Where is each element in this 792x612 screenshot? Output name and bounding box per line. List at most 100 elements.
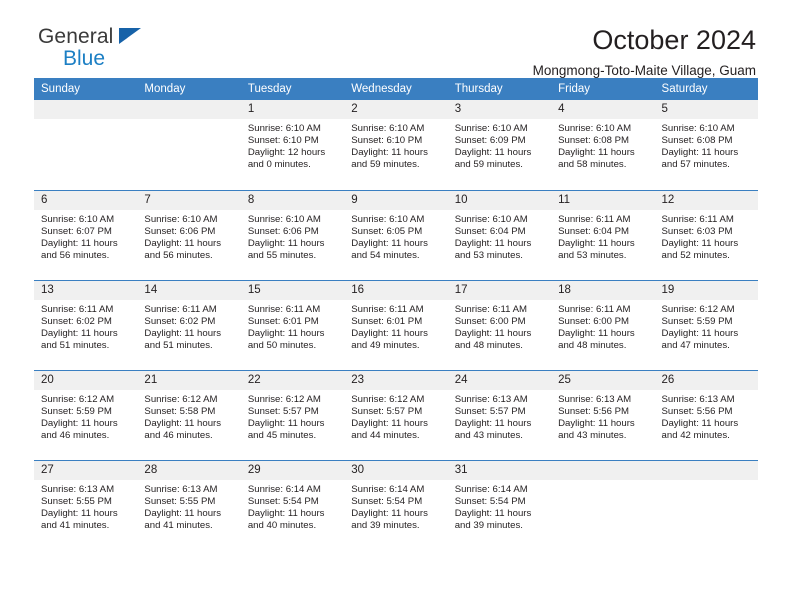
generalblue-logo[interactable]: General Blue (34, 26, 168, 76)
day-cell[interactable]: 14 Sunrise: 6:11 AM Sunset: 6:02 PM Dayligh… (137, 279, 241, 370)
day-number: 29 (240, 460, 345, 480)
day-cell[interactable]: 26 Sunrise: 6:13 AM Sunset: 5:56 PM Dayligh… (654, 369, 758, 460)
day-cell[interactable]: 31 Sunrise: 6:14 AM Sunset: 5:54 PM Dayligh… (447, 459, 552, 550)
sunset-text: Sunset: 6:10 PM (247, 135, 319, 147)
day-number: 1 (240, 100, 345, 119)
sunrise-text: Sunrise: 6:10 AM (351, 213, 425, 225)
day-cell[interactable]: 15 Sunrise: 6:11 AM Sunset: 6:01 PM Dayligh… (240, 279, 345, 370)
daylight-text-line1: Daylight: 11 hours (661, 147, 739, 159)
day-cell[interactable]: 5 Sunrise: 6:10 AM Sunset: 6:08 PM Daylight… (654, 100, 758, 190)
daylight-text-line1: Daylight: 11 hours (247, 327, 325, 339)
daylight-text-line1: Daylight: 11 hours (454, 237, 532, 249)
day-cell[interactable]: 9 Sunrise: 6:10 AM Sunset: 6:05 PM Daylight… (344, 189, 448, 280)
day-number: 21 (137, 370, 241, 390)
day-cell[interactable]: 30 Sunrise: 6:14 AM Sunset: 5:54 PM Dayligh… (344, 459, 448, 550)
daylight-text-line2: and 59 minutes. (454, 159, 523, 171)
day-cell[interactable]: 3 Sunrise: 6:10 AM Sunset: 6:09 PM Daylight… (447, 100, 552, 190)
sunset-text: Sunset: 5:56 PM (558, 405, 630, 417)
day-cell[interactable]: 25 Sunrise: 6:13 AM Sunset: 5:56 PM Dayligh… (551, 369, 655, 460)
sunset-text: Sunset: 6:08 PM (558, 135, 630, 147)
day-number (137, 100, 241, 119)
daylight-text-line1: Daylight: 11 hours (41, 327, 118, 339)
day-cell[interactable]: 13 Sunrise: 6:11 AM Sunset: 6:02 PM Dayligh… (34, 279, 138, 370)
sunset-text: Sunset: 6:03 PM (661, 225, 733, 237)
day-number: 18 (551, 280, 655, 300)
day-cell[interactable]: 6 Sunrise: 6:10 AM Sunset: 6:07 PM Daylight… (34, 189, 138, 280)
day-cell[interactable]: 7 Sunrise: 6:10 AM Sunset: 6:06 PM Daylight… (137, 189, 241, 280)
daylight-text-line1: Daylight: 11 hours (661, 237, 739, 249)
day-cell[interactable]: 21 Sunrise: 6:12 AM Sunset: 5:58 PM Dayligh… (137, 369, 241, 460)
day-cell[interactable]: 12 Sunrise: 6:11 AM Sunset: 6:03 PM Dayligh… (654, 189, 758, 280)
sunrise-text: Sunrise: 6:10 AM (454, 213, 528, 225)
day-cell[interactable]: 8 Sunrise: 6:10 AM Sunset: 6:06 PM Daylight… (240, 189, 345, 280)
sunset-text: Sunset: 5:57 PM (454, 405, 526, 417)
daylight-text-line2: and 39 minutes. (454, 519, 523, 531)
day-cell[interactable]: 4 Sunrise: 6:10 AM Sunset: 6:08 PM Daylight… (551, 100, 655, 190)
day-details: Sunrise: 6:10 AM Sunset: 6:10 PM Daylight:… (344, 119, 447, 171)
day-number (34, 100, 138, 119)
calendar-week-row: 1 Sunrise: 6:10 AM Sunset: 6:10 PM Daylight… (34, 100, 758, 190)
sunrise-text: Sunrise: 6:14 AM (351, 483, 425, 495)
sunset-text: Sunset: 5:55 PM (144, 495, 216, 507)
day-details: Sunrise: 6:10 AM Sunset: 6:05 PM Daylight:… (344, 210, 447, 262)
sunrise-text: Sunrise: 6:12 AM (351, 393, 425, 405)
calendar-header-row: Sunday Monday Tuesday Wednesday Thursday… (34, 78, 758, 100)
day-number: 6 (34, 190, 138, 210)
calendar-week-row: 20 Sunrise: 6:12 AM Sunset: 5:59 PM Dayligh… (34, 369, 758, 460)
day-cell[interactable]: 22 Sunrise: 6:12 AM Sunset: 5:57 PM Dayligh… (240, 369, 345, 460)
daylight-text-line1: Daylight: 11 hours (247, 237, 325, 249)
logo-text-blue: Blue (63, 47, 106, 70)
sunrise-text: Sunrise: 6:10 AM (661, 123, 735, 134)
calendar-week-row: 6 Sunrise: 6:10 AM Sunset: 6:07 PM Daylight… (34, 189, 758, 280)
daylight-text-line1: Daylight: 11 hours (351, 507, 428, 519)
daylight-text-line2: and 53 minutes. (454, 249, 523, 261)
daylight-text-line1: Daylight: 11 hours (41, 507, 118, 519)
daylight-text-line2: and 41 minutes. (41, 519, 110, 531)
day-cell[interactable]: 17 Sunrise: 6:11 AM Sunset: 6:00 PM Dayligh… (447, 279, 552, 370)
sunset-text: Sunset: 5:56 PM (661, 405, 733, 417)
daylight-text-line1: Daylight: 11 hours (41, 237, 118, 249)
sunrise-text: Sunrise: 6:12 AM (661, 303, 735, 315)
daylight-text-line2: and 56 minutes. (41, 249, 110, 261)
day-cell[interactable]: 1 Sunrise: 6:10 AM Sunset: 6:10 PM Daylight… (240, 100, 345, 190)
day-details: Sunrise: 6:13 AM Sunset: 5:56 PM Daylight:… (655, 390, 758, 442)
day-cell-empty (34, 100, 138, 190)
daylight-text-line1: Daylight: 11 hours (454, 507, 532, 519)
daylight-text-line1: Daylight: 11 hours (144, 507, 222, 519)
day-details: Sunrise: 6:12 AM Sunset: 5:57 PM Daylight:… (344, 390, 447, 442)
day-cell[interactable]: 18 Sunrise: 6:11 AM Sunset: 6:00 PM Dayligh… (551, 279, 655, 370)
day-cell[interactable]: 27 Sunrise: 6:13 AM Sunset: 5:55 PM Dayligh… (34, 459, 138, 550)
day-cell[interactable]: 19 Sunrise: 6:12 AM Sunset: 5:59 PM Dayligh… (654, 279, 758, 370)
sunset-text: Sunset: 6:02 PM (144, 315, 216, 327)
sunrise-text: Sunrise: 6:11 AM (351, 303, 424, 315)
day-cell-empty (551, 459, 655, 550)
day-cell-empty (137, 100, 241, 190)
sunset-text: Sunset: 6:06 PM (247, 225, 319, 237)
daylight-text-line1: Daylight: 11 hours (661, 417, 739, 429)
daylight-text-line2: and 50 minutes. (247, 339, 317, 351)
day-cell[interactable]: 16 Sunrise: 6:11 AM Sunset: 6:01 PM Dayligh… (344, 279, 448, 370)
sunrise-text: Sunrise: 6:10 AM (558, 123, 632, 134)
sunset-text: Sunset: 5:54 PM (247, 495, 319, 507)
daylight-text-line2: and 39 minutes. (351, 519, 420, 531)
day-number: 24 (447, 370, 552, 390)
day-cell[interactable]: 11 Sunrise: 6:11 AM Sunset: 6:04 PM Dayligh… (551, 189, 655, 280)
calendar-week-row: 13 Sunrise: 6:11 AM Sunset: 6:02 PM Dayligh… (34, 279, 758, 370)
sunrise-text: Sunrise: 6:11 AM (454, 303, 528, 315)
day-cell[interactable]: 28 Sunrise: 6:13 AM Sunset: 5:55 PM Dayligh… (137, 459, 241, 550)
day-details: Sunrise: 6:13 AM Sunset: 5:55 PM Daylight:… (137, 480, 240, 532)
day-cell[interactable]: 10 Sunrise: 6:10 AM Sunset: 6:04 PM Dayligh… (447, 189, 552, 280)
daylight-text-line2: and 41 minutes. (144, 519, 213, 531)
day-cell[interactable]: 24 Sunrise: 6:13 AM Sunset: 5:57 PM Dayligh… (447, 369, 552, 460)
sunset-text: Sunset: 6:07 PM (41, 225, 112, 237)
logo-triangle-icon (119, 28, 141, 44)
daylight-text-line2: and 59 minutes. (351, 159, 420, 171)
sunset-text: Sunset: 5:54 PM (351, 495, 423, 507)
day-cell[interactable]: 23 Sunrise: 6:12 AM Sunset: 5:57 PM Dayligh… (344, 369, 448, 460)
day-cell[interactable]: 2 Sunrise: 6:10 AM Sunset: 6:10 PM Daylight… (344, 100, 448, 190)
sunrise-text: Sunrise: 6:12 AM (247, 393, 321, 405)
day-cell[interactable]: 29 Sunrise: 6:14 AM Sunset: 5:54 PM Dayligh… (240, 459, 345, 550)
day-cell[interactable]: 20 Sunrise: 6:12 AM Sunset: 5:59 PM Dayligh… (34, 369, 138, 460)
sunrise-text: Sunrise: 6:13 AM (661, 393, 735, 405)
sunset-text: Sunset: 5:59 PM (661, 315, 733, 327)
